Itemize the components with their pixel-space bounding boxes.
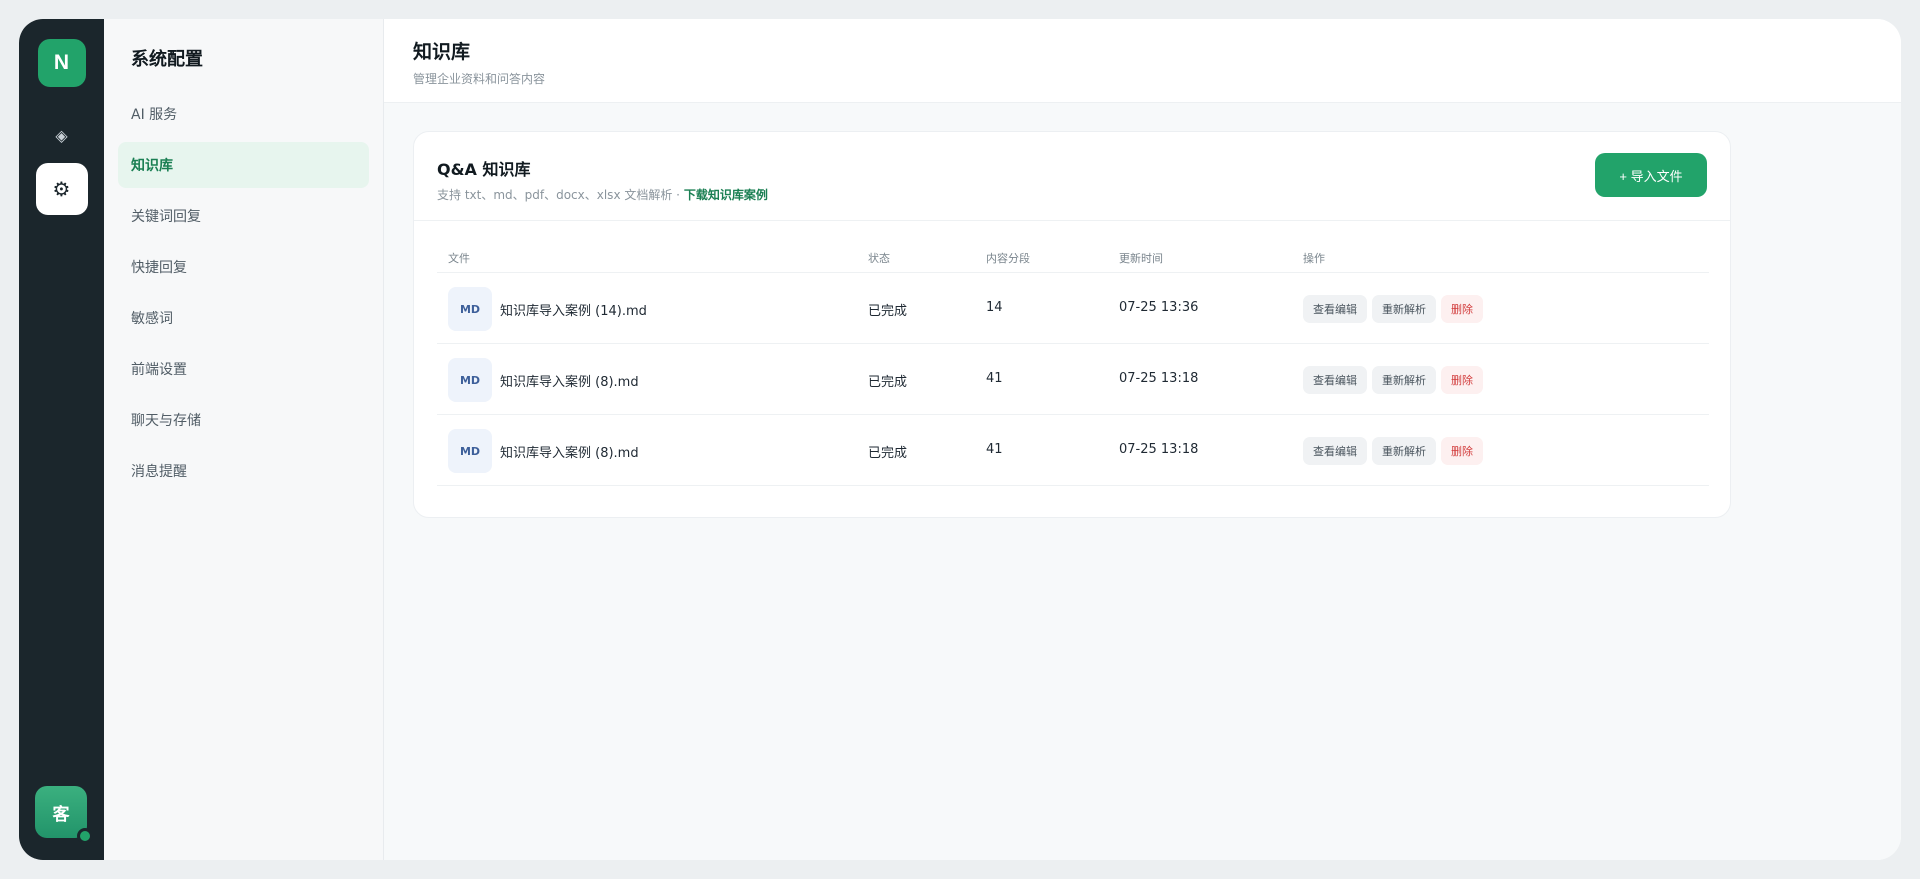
column-header-status: 状态	[868, 252, 890, 265]
file-status: 已完成	[868, 446, 908, 461]
row-actions: 查看编辑 重新解析 删除	[1303, 437, 1483, 465]
sidebar-item-quick-reply[interactable]: 快捷回复	[118, 244, 369, 290]
user-avatar[interactable]: 客	[35, 786, 93, 844]
sidebar-title: 系统配置	[131, 49, 203, 70]
column-header-segments: 内容分段	[986, 252, 1030, 265]
qa-knowledge-card: Q&A 知识库 支持 txt、md、pdf、docx、xlsx 文档解析 · 下…	[413, 131, 1731, 518]
sidebar-item-ai-service[interactable]: AI 服务	[118, 91, 369, 137]
reparse-button[interactable]: 重新解析	[1372, 366, 1436, 394]
knowledge-nav-button[interactable]: ◈	[36, 109, 88, 161]
reparse-button[interactable]: 重新解析	[1372, 437, 1436, 465]
file-name: 知识库导入案例 (8).md	[500, 375, 639, 390]
sidebar-item-chat-storage[interactable]: 聊天与存储	[118, 397, 369, 443]
row-actions: 查看编辑 重新解析 删除	[1303, 295, 1483, 323]
segment-count: 41	[986, 371, 1003, 386]
settings-nav-button[interactable]: ⚙	[35, 163, 88, 215]
md-file-icon: MD	[448, 287, 492, 331]
gear-icon: ⚙	[52, 177, 71, 201]
diamond-icon: ◈	[55, 125, 68, 145]
online-status-dot	[77, 828, 93, 844]
delete-button[interactable]: 删除	[1441, 366, 1483, 394]
segment-count: 41	[986, 442, 1003, 457]
import-file-button[interactable]: + 导入文件	[1595, 153, 1707, 197]
file-table: 文件 状态 内容分段 更新时间 操作 MD 知识库导入案例 (14).md 已完…	[437, 243, 1709, 486]
delete-button[interactable]: 删除	[1441, 437, 1483, 465]
view-edit-button[interactable]: 查看编辑	[1303, 437, 1367, 465]
app-logo[interactable]: N	[37, 39, 86, 87]
page-subtitle: 管理企业资料和问答内容	[413, 72, 546, 86]
updated-time: 07-25 13:18	[1119, 442, 1199, 457]
sidebar-item-keyword-reply[interactable]: 关键词回复	[118, 193, 369, 239]
file-status: 已完成	[868, 375, 908, 390]
supported-formats-text: 支持 txt、md、pdf、docx、xlsx 文档解析 ·	[437, 188, 684, 202]
icon-rail: N ◈ ⚙ 客	[19, 19, 104, 860]
file-name: 知识库导入案例 (14).md	[500, 304, 647, 319]
md-file-icon: MD	[448, 358, 492, 402]
download-example-link[interactable]: 下载知识库案例	[684, 188, 768, 202]
view-edit-button[interactable]: 查看编辑	[1303, 295, 1367, 323]
column-header-file: 文件	[448, 252, 470, 265]
sidebar-item-sensitive-words[interactable]: 敏感词	[118, 295, 369, 341]
table-row: MD 知识库导入案例 (8).md 已完成 41 07-25 13:18 查看编…	[437, 344, 1709, 415]
card-title: Q&A 知识库	[437, 160, 531, 179]
updated-time: 07-25 13:36	[1119, 300, 1199, 315]
column-header-actions: 操作	[1303, 252, 1325, 265]
view-edit-button[interactable]: 查看编辑	[1303, 366, 1367, 394]
card-description: 支持 txt、md、pdf、docx、xlsx 文档解析 · 下载知识库案例	[437, 186, 1707, 203]
card-header: Q&A 知识库 支持 txt、md、pdf、docx、xlsx 文档解析 · 下…	[414, 132, 1730, 221]
avatar-label: 客	[52, 804, 70, 825]
column-header-updated: 更新时间	[1119, 252, 1163, 265]
settings-sidebar: 系统配置 AI 服务 知识库 关键词回复 快捷回复 敏感词 前端设置 聊天与存储…	[104, 19, 384, 860]
sidebar-item-notifications[interactable]: 消息提醒	[118, 448, 369, 494]
updated-time: 07-25 13:18	[1119, 371, 1199, 386]
app-window: N ◈ ⚙ 客 系统配置 AI 服务 知识库 关键词回复 快捷回复 敏感词 前端…	[19, 19, 1901, 860]
segment-count: 14	[986, 300, 1003, 315]
table-row: MD 知识库导入案例 (8).md 已完成 41 07-25 13:18 查看编…	[437, 415, 1709, 486]
page-title: 知识库	[413, 41, 471, 63]
md-file-icon: MD	[448, 429, 492, 473]
main-content: 知识库 管理企业资料和问答内容 Q&A 知识库 支持 txt、md、pdf、do…	[384, 19, 1901, 860]
file-name: 知识库导入案例 (8).md	[500, 446, 639, 461]
sidebar-item-frontend-settings[interactable]: 前端设置	[118, 346, 369, 392]
page-header: 知识库 管理企业资料和问答内容	[384, 19, 1901, 103]
file-status: 已完成	[868, 304, 908, 319]
reparse-button[interactable]: 重新解析	[1372, 295, 1436, 323]
sidebar-item-knowledge-base[interactable]: 知识库	[118, 142, 369, 188]
table-header: 文件 状态 内容分段 更新时间 操作	[437, 243, 1709, 273]
row-actions: 查看编辑 重新解析 删除	[1303, 366, 1483, 394]
table-row: MD 知识库导入案例 (14).md 已完成 14 07-25 13:36 查看…	[437, 273, 1709, 344]
delete-button[interactable]: 删除	[1441, 295, 1483, 323]
